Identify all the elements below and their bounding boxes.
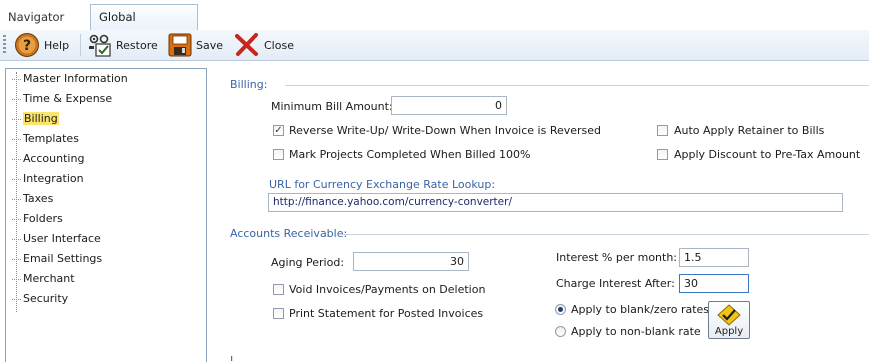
save-icon	[168, 33, 192, 57]
ar-section-label: Accounts Receivable:	[230, 227, 348, 240]
aging-period-input[interactable]: 30	[353, 252, 469, 271]
nav-item-label: Time & Expense	[23, 92, 113, 105]
print-statement-label: Print Statement for Posted Invoices	[289, 307, 484, 320]
url-input[interactable]: http://finance.yahoo.com/currency-conver…	[268, 193, 843, 212]
apply-blank-radio[interactable]	[555, 304, 566, 315]
nav-item-taxes[interactable]: Taxes	[12, 189, 53, 209]
auto-apply-retainer-label: Auto Apply Retainer to Bills	[674, 124, 825, 137]
nav-item-email-settings[interactable]: Email Settings	[12, 249, 102, 269]
charge-after-label: Charge Interest After:	[556, 277, 675, 290]
auto-apply-retainer-checkbox[interactable]	[657, 125, 668, 136]
nav-item-master-information[interactable]: Master Information	[12, 69, 128, 89]
section-divider	[285, 85, 869, 86]
save-label: Save	[196, 38, 224, 52]
apply-discount-label: Apply Discount to Pre-Tax Amount	[674, 148, 861, 161]
nav-item-integration[interactable]: Integration	[12, 169, 84, 189]
tab-global-settings[interactable]: Global Settings✕	[90, 4, 198, 48]
nav-item-folders[interactable]: Folders	[12, 209, 63, 229]
nav-item-label: Billing	[23, 112, 59, 125]
void-invoices-label: Void Invoices/Payments on Deletion	[289, 283, 486, 296]
tab-label: Navigator	[8, 10, 65, 24]
apply-check-icon	[717, 304, 741, 326]
apply-button[interactable]: Apply	[708, 301, 750, 339]
interest-label: Interest % per month:	[556, 251, 678, 264]
nav-item-label: Folders	[23, 212, 63, 225]
aging-period-label: Aging Period:	[271, 256, 345, 269]
toolbar-grip[interactable]	[3, 35, 6, 55]
billing-section-label: Billing:	[230, 78, 268, 91]
section-divider	[341, 234, 869, 235]
help-icon: ?	[15, 33, 39, 57]
reverse-writeup-label: Reverse Write-Up/ Write-Down When Invoic…	[289, 124, 602, 137]
nav-item-label: Templates	[23, 132, 79, 145]
tab-navigator[interactable]: Navigator	[0, 5, 72, 29]
nav-item-user-interface[interactable]: User Interface	[12, 229, 101, 249]
nav-item-label: Taxes	[23, 192, 54, 205]
nav-item-billing[interactable]: Billing	[12, 109, 59, 129]
nav-item-label: Security	[23, 292, 69, 305]
help-label: Help	[44, 38, 70, 52]
nav-item-accounting[interactable]: Accounting	[12, 149, 84, 169]
reverse-writeup-checkbox[interactable]: ✓	[273, 125, 284, 136]
apply-discount-checkbox[interactable]	[657, 149, 668, 160]
nav-item-templates[interactable]: Templates	[12, 129, 79, 149]
help-button[interactable]: ? Help	[14, 31, 69, 59]
restore-icon	[89, 34, 111, 57]
mark-completed-label: Mark Projects Completed When Billed 100%	[289, 148, 531, 161]
next-section-label: I	[230, 355, 244, 361]
svg-text:?: ?	[23, 38, 31, 54]
toolbar-separator	[80, 34, 81, 56]
save-button[interactable]: Save	[168, 31, 223, 59]
nav-item-label: Integration	[23, 172, 84, 185]
min-bill-label: Minimum Bill Amount:	[271, 100, 393, 113]
restore-button[interactable]: Restore	[86, 31, 158, 59]
apply-nonblank-label: Apply to non-blank rate	[571, 325, 701, 338]
restore-label: Restore	[116, 38, 158, 52]
url-label: URL for Currency Exchange Rate Lookup:	[269, 178, 496, 191]
void-invoices-checkbox[interactable]	[273, 284, 284, 295]
nav-item-merchant[interactable]: Merchant	[12, 269, 75, 289]
nav-item-security[interactable]: Security	[12, 289, 68, 309]
close-x-icon	[235, 33, 258, 56]
min-bill-input[interactable]: 0	[391, 96, 507, 115]
nav-item-label: User Interface	[23, 232, 101, 245]
apply-blank-label: Apply to blank/zero rates	[571, 303, 710, 316]
nav-item-label: Merchant	[23, 272, 75, 285]
interest-input[interactable]: 1.5	[679, 248, 749, 267]
mark-completed-checkbox[interactable]	[273, 149, 284, 160]
apply-nonblank-radio[interactable]	[555, 326, 566, 337]
charge-after-input[interactable]: 30	[679, 274, 749, 293]
print-statement-checkbox[interactable]	[273, 308, 284, 319]
nav-item-label: Accounting	[23, 152, 85, 165]
nav-item-label: Email Settings	[23, 252, 103, 265]
close-label: Close	[264, 38, 294, 52]
close-button[interactable]: Close	[234, 31, 294, 59]
apply-button-label: Apply	[714, 326, 744, 337]
nav-item-label: Master Information	[23, 72, 128, 85]
nav-item-time-expense[interactable]: Time & Expense	[12, 89, 112, 109]
